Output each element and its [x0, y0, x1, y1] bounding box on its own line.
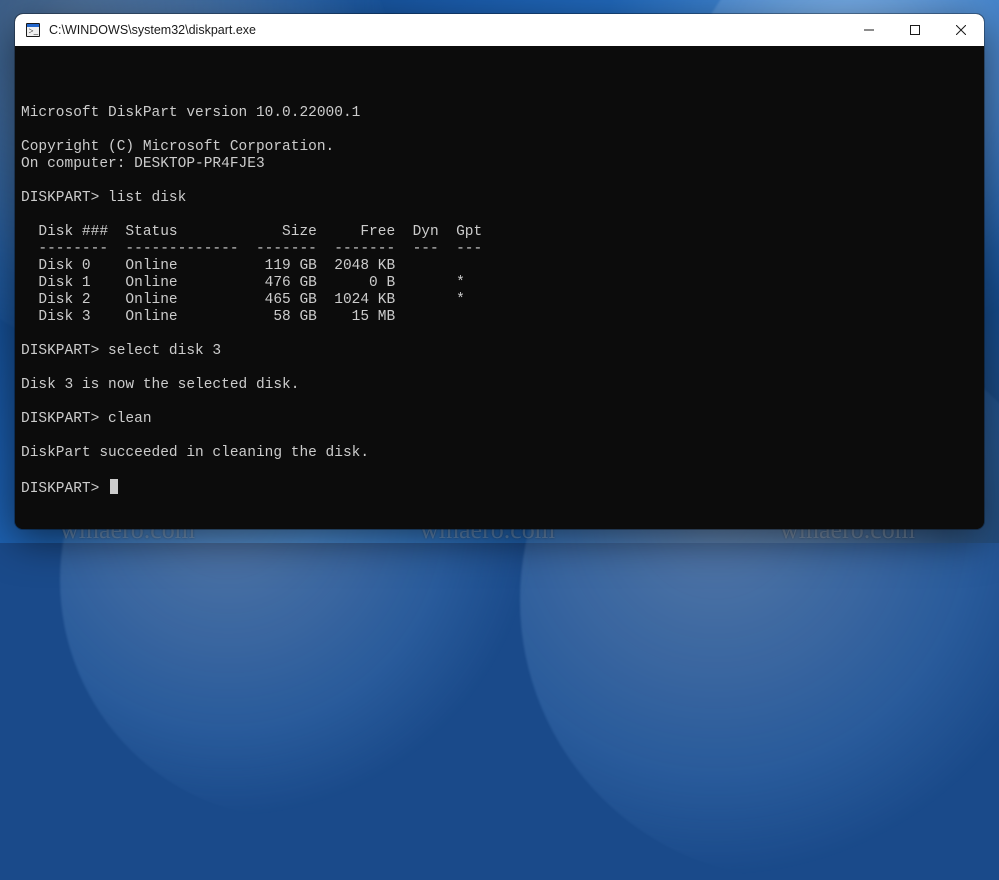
diskpart-window: >_ C:\WINDOWS\system32\diskpart.exe Micr…	[15, 14, 984, 529]
terminal-area[interactable]: Microsoft DiskPart version 10.0.22000.1 …	[15, 46, 984, 529]
maximize-button[interactable]	[892, 14, 938, 46]
close-button[interactable]	[938, 14, 984, 46]
svg-text:>_: >_	[29, 26, 39, 36]
minimize-button[interactable]	[846, 14, 892, 46]
terminal-output: Microsoft DiskPart version 10.0.22000.1 …	[21, 88, 978, 498]
terminal-cursor	[110, 479, 118, 494]
app-icon: >_	[25, 22, 41, 38]
window-controls	[846, 14, 984, 46]
title-bar[interactable]: >_ C:\WINDOWS\system32\diskpart.exe	[15, 14, 984, 46]
window-title: C:\WINDOWS\system32\diskpart.exe	[49, 23, 846, 37]
